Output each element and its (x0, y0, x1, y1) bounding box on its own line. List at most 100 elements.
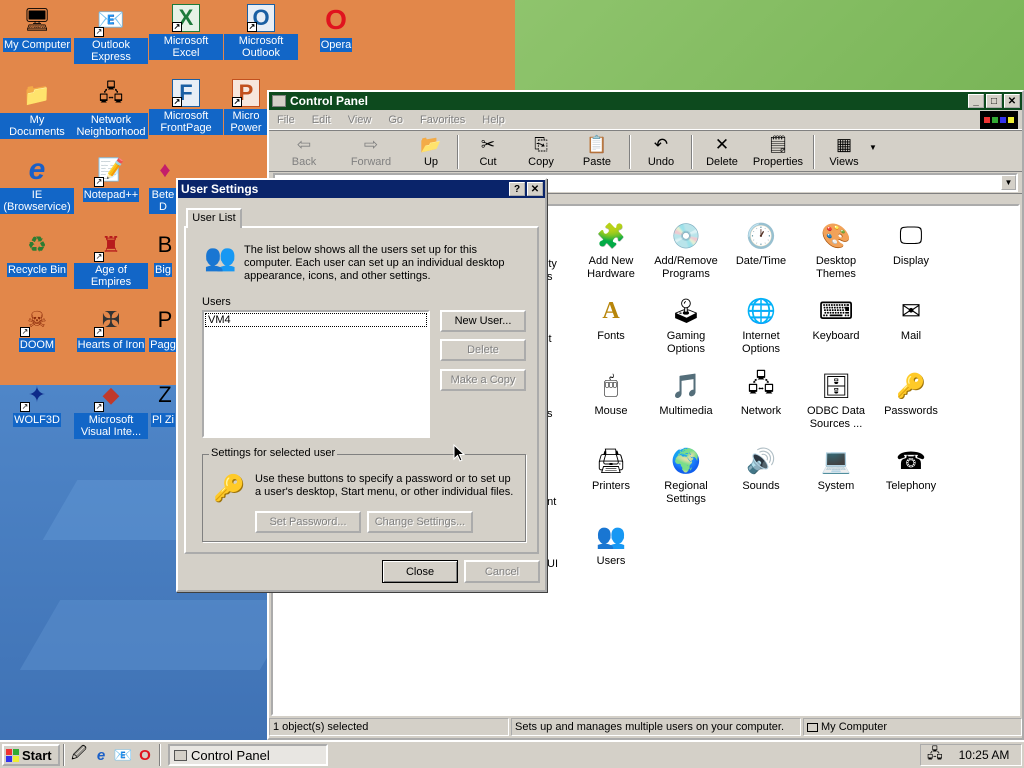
desktop-icon-doom[interactable]: ☠ ↗ DOOM (0, 304, 74, 352)
back-button[interactable]: ⇦ Back (275, 131, 333, 168)
cp-item-network[interactable]: 🖧 Network (725, 370, 797, 418)
desktop-icon-age-of-empires[interactable]: ♜ ↗ Age of Empires (74, 229, 148, 289)
delete-user-button[interactable]: Delete (440, 339, 526, 361)
desktop-icon-frontpage[interactable]: F ↗ Microsoft FrontPage (149, 79, 223, 135)
outlook-express-icon[interactable]: 📧 (112, 744, 134, 766)
show-desktop-icon[interactable]: 🖉 (68, 744, 90, 766)
desktop-icon-my-documents[interactable]: 📁 My Documents (0, 79, 74, 139)
cp-item-multimedia[interactable]: 🎵 Multimedia (650, 370, 722, 418)
menu-file[interactable]: File (277, 114, 295, 126)
cp-item-internet-options[interactable]: 🌐 Internet Options (725, 295, 797, 356)
desktop-icon-excel[interactable]: X ↗ Microsoft Excel (149, 4, 223, 60)
desktop-icon-outlook-express[interactable]: 📧 ↗ Outlook Express (74, 4, 148, 64)
up-button[interactable]: 📂 Up (409, 131, 453, 168)
cp-item-passwords[interactable]: 🔑 Passwords (875, 370, 947, 418)
start-button[interactable]: Start (2, 744, 60, 766)
cp-item-add-new-hardware[interactable]: 🧩 Add New Hardware (575, 220, 647, 281)
desktop-icon-visual-interdev[interactable]: ◆ ↗ Microsoft Visual Inte... (74, 379, 148, 439)
cp-item-desktop-themes[interactable]: 🎨 Desktop Themes (800, 220, 872, 281)
desktop-icon-powerpoint[interactable]: P ↗ Micro Power (224, 79, 268, 135)
desktop-icon-bete[interactable]: ♦ Bete D (149, 154, 177, 214)
cp-item-sounds[interactable]: 🔊 Sounds (725, 445, 797, 493)
cp-item-mail[interactable]: ✉ Mail (875, 295, 947, 343)
desktop-icon-notepadpp[interactable]: 📝 ↗ Notepad++ (74, 154, 148, 202)
toolbar-separator (813, 135, 815, 169)
desktop-icon-hearts-of-iron[interactable]: ✠ ↗ Hearts of Iron (74, 304, 148, 352)
close-dialog-button[interactable]: ✕ (527, 182, 543, 196)
menu-go[interactable]: Go (388, 114, 403, 126)
hardware-icon: 🧩 (596, 222, 626, 250)
cp-item-date-time[interactable]: 🕐 Date/Time (725, 220, 797, 268)
add-remove-programs-icon: 💿 (671, 222, 701, 250)
cp-item-regional-settings[interactable]: 🌍 Regional Settings (650, 445, 722, 506)
user-settings-dialog[interactable]: User Settings ? ✕ User List 👥 The list b… (176, 178, 547, 592)
make-copy-button[interactable]: Make a Copy (440, 369, 526, 391)
help-button[interactable]: ? (509, 182, 525, 196)
taskbar-button-control-panel[interactable]: Control Panel (168, 744, 328, 766)
desktop-icon-pl[interactable]: Z Pl Zi (149, 379, 177, 427)
minimize-button[interactable]: _ (968, 94, 984, 108)
close-window-button[interactable]: ✕ (1004, 94, 1020, 108)
forward-button[interactable]: ⇨ Forward (333, 131, 409, 168)
network-icon: 🖧 (98, 80, 124, 105)
age-of-empires-icon: ♜ ↗ (94, 232, 121, 262)
views-dropdown-icon[interactable]: ▼ (869, 131, 877, 152)
desktop-icon-label: Network Neighborhood (74, 113, 148, 139)
cp-item-label: Telephony (885, 480, 937, 492)
cancel-button[interactable]: Cancel (464, 560, 540, 583)
desktop-icon-recycle-bin[interactable]: ♻ Recycle Bin (0, 229, 74, 277)
cp-item-label: System (817, 480, 855, 492)
users-listbox[interactable]: VM4 (202, 310, 430, 438)
cp-item-add-remove-programs[interactable]: 💿 Add/Remove Programs (650, 220, 722, 281)
undo-button[interactable]: ↶ Undo (635, 131, 687, 168)
menu-favorites[interactable]: Favorites (420, 114, 465, 126)
menu-help[interactable]: Help (482, 114, 505, 126)
cp-item-odbc-data-sources[interactable]: 🗄 ODBC Data Sources ... (800, 370, 872, 431)
opera-icon[interactable]: O (134, 744, 156, 766)
desktop-icon-ie[interactable]: e IE (Browservice) (0, 153, 74, 214)
speaker-icon: 🔊 (746, 447, 776, 475)
desktop-icon-pagg[interactable]: P Pagg (149, 304, 177, 352)
tab-user-list[interactable]: User List (186, 208, 242, 228)
cp-item-users[interactable]: 👥 Users (575, 520, 647, 568)
doom-icon: ☠ ↗ (20, 307, 47, 337)
copy-button[interactable]: ⎘ Copy (513, 131, 569, 168)
network-status-icon[interactable]: 🖧 (927, 743, 943, 767)
desktop-icon-my-computer[interactable]: 🖥 My Computer (0, 4, 74, 52)
paste-button[interactable]: 📋 Paste (569, 131, 625, 168)
maximize-button[interactable]: □ (986, 94, 1002, 108)
desktop-icon-outlook[interactable]: O ↗ Microsoft Outlook (224, 4, 298, 60)
desktop-icon-opera[interactable]: O Opera (299, 4, 373, 52)
menu-edit[interactable]: Edit (312, 114, 331, 126)
taskbar: Start 🖉 e 📧 O Control Panel 🖧 10:25 AM (0, 740, 1024, 768)
delete-button[interactable]: ✕ Delete (697, 131, 747, 168)
desktop-icon-network-neighborhood[interactable]: 🖧 Network Neighborhood (74, 79, 148, 139)
dialog-titlebar[interactable]: User Settings ? ✕ (178, 180, 545, 198)
chevron-down-icon[interactable]: ▼ (1001, 175, 1016, 190)
views-button[interactable]: ▦ Views (819, 131, 869, 168)
list-item[interactable]: VM4 (205, 313, 427, 327)
internet-explorer-icon[interactable]: e (90, 744, 112, 766)
change-settings-button[interactable]: Change Settings... (367, 511, 473, 533)
cp-item-gaming-options[interactable]: 🕹 Gaming Options (650, 295, 722, 356)
new-user-button[interactable]: New User... (440, 310, 526, 332)
toolbar-separator (457, 135, 459, 169)
clock[interactable]: 10:25 AM (959, 748, 1010, 762)
cp-item-display[interactable]: 🖵 Display (875, 220, 947, 268)
cp-item-label: Gaming Options (666, 330, 706, 355)
close-button[interactable]: Close (382, 560, 458, 583)
cut-button[interactable]: ✂ Cut (463, 131, 513, 168)
cp-item-fonts[interactable]: A Fonts (575, 295, 647, 343)
cp-item-keyboard[interactable]: ⌨ Keyboard (800, 295, 872, 343)
control-panel-titlebar[interactable]: Control Panel _ □ ✕ (269, 92, 1022, 110)
desktop-icon-big[interactable]: B Big (149, 229, 177, 277)
group-label: Settings for selected user (209, 447, 338, 459)
set-password-button[interactable]: Set Password... (255, 511, 361, 533)
properties-button[interactable]: 🗒 Properties (747, 131, 809, 168)
desktop-icon-wolf3d[interactable]: ✦ ↗ WOLF3D (0, 379, 74, 427)
menu-view[interactable]: View (348, 114, 372, 126)
cp-item-system[interactable]: 💻 System (800, 445, 872, 493)
cp-item-printers[interactable]: 🖨 Printers (575, 445, 647, 493)
cp-item-telephony[interactable]: ☎ Telephony (875, 445, 947, 493)
cp-item-mouse[interactable]: 🖱 Mouse (575, 370, 647, 418)
